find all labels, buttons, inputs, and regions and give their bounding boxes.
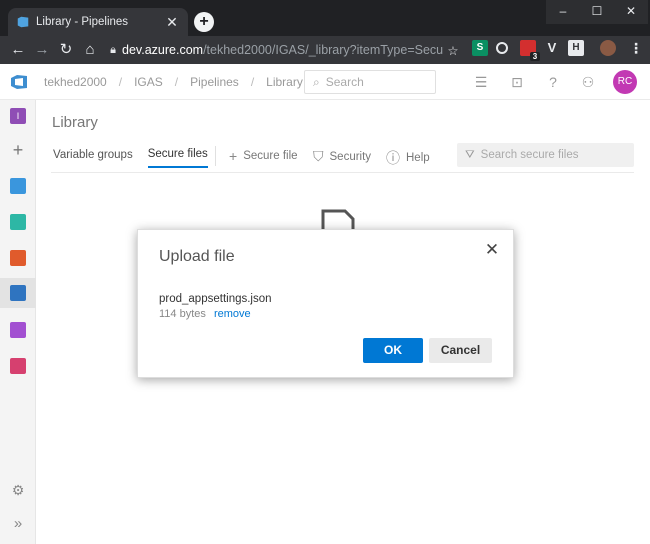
filter-placeholder: Search secure files	[480, 149, 579, 161]
add-secure-file-label: Secure file	[243, 150, 298, 162]
extension-h-icon[interactable]: H	[568, 40, 584, 56]
repos-icon[interactable]	[10, 250, 26, 266]
dialog-close-icon[interactable]: ✕	[484, 241, 500, 258]
header-search-input[interactable]: ⌕ Search	[304, 70, 436, 94]
azure-devops-logo-icon[interactable]	[10, 73, 28, 91]
left-navigation-rail: I + ⚙ »	[0, 100, 36, 544]
address-bar[interactable]: 🔒︎ dev.azure.com/tekhed2000/IGAS/_librar…	[104, 38, 462, 62]
forward-icon[interactable]: →	[30, 38, 54, 62]
address-url: dev.azure.com/tekhed2000/IGAS/_library?i…	[122, 43, 444, 57]
devops-header: tekhed2000 / IGAS / Pipelines / Library …	[0, 64, 650, 100]
profile-avatar-icon[interactable]	[600, 40, 616, 56]
tab-title: Library - Pipelines	[36, 16, 129, 28]
extension-badge-count: 3	[530, 52, 540, 61]
overview-icon[interactable]	[10, 178, 26, 194]
list-icon[interactable]: ☰	[473, 74, 489, 90]
header-divider	[51, 172, 634, 173]
maximize-window-icon[interactable]: ☐	[580, 0, 614, 24]
add-icon[interactable]: +	[10, 141, 26, 159]
expand-chevron-icon[interactable]: »	[10, 516, 26, 532]
secure-files-filter-input[interactable]: ⛛ Search secure files	[457, 143, 634, 167]
breadcrumb: tekhed2000 / IGAS / Pipelines / Library	[44, 75, 303, 89]
breadcrumb-pipelines[interactable]: Pipelines	[190, 75, 239, 89]
browser-titlebar: Library - Pipelines ✕ + – ☐ ✕	[0, 0, 650, 36]
extension-badge-icon[interactable]: 3	[520, 40, 540, 61]
shopping-bag-icon[interactable]: ⊡	[509, 74, 525, 90]
ok-button[interactable]: OK	[363, 338, 423, 363]
plus-icon: +	[229, 148, 238, 164]
azure-devops-favicon-icon	[17, 16, 29, 28]
tab-secure-files[interactable]: Secure files	[147, 148, 208, 168]
security-button[interactable]: ⛉ Security	[313, 148, 371, 165]
help-label: Help	[406, 152, 430, 164]
upload-file-dialog: Upload file ✕ prod_appsettings.json 114 …	[137, 229, 514, 378]
breadcrumb-project[interactable]: IGAS	[134, 75, 163, 89]
cancel-button[interactable]: Cancel	[429, 338, 492, 363]
breadcrumb-library[interactable]: Library	[266, 75, 303, 89]
project-icon[interactable]: I	[10, 108, 26, 124]
pipelines-icon[interactable]	[10, 285, 26, 301]
breadcrumb-separator: /	[250, 75, 255, 89]
test-plans-icon[interactable]	[10, 322, 26, 338]
home-icon[interactable]: ⌂	[78, 38, 102, 62]
tab-variable-groups[interactable]: Variable groups	[53, 149, 133, 167]
close-window-icon[interactable]: ✕	[614, 0, 648, 24]
dialog-title: Upload file	[159, 248, 235, 265]
bookmark-star-icon[interactable]: ☆	[444, 43, 462, 58]
help-icon[interactable]: ?	[545, 74, 561, 90]
page-title: Library	[52, 114, 98, 131]
help-button[interactable]: ⓘ Help	[386, 148, 430, 168]
boards-icon[interactable]	[10, 214, 26, 230]
avatar[interactable]: RC	[613, 70, 637, 94]
browser-tab[interactable]: Library - Pipelines ✕	[8, 8, 188, 36]
artifacts-icon[interactable]	[10, 358, 26, 374]
search-placeholder: Search	[325, 75, 364, 89]
lock-icon: 🔒︎	[110, 43, 116, 56]
breadcrumb-separator: /	[118, 75, 123, 89]
filter-funnel-icon: ⛛	[465, 148, 475, 161]
uploaded-file-meta: 114 bytes remove	[159, 308, 251, 320]
user-settings-icon[interactable]: ⚇	[580, 74, 596, 90]
browser-toolbar: ← → ↻ ⌂ 🔒︎ dev.azure.com/tekhed2000/IGAS…	[0, 36, 650, 64]
new-tab-button[interactable]: +	[194, 12, 214, 32]
uploaded-file-size: 114 bytes	[159, 308, 206, 320]
extension-s-icon[interactable]: S	[472, 40, 488, 56]
settings-gear-icon[interactable]: ⚙	[10, 482, 26, 498]
uploaded-file-name: prod_appsettings.json	[159, 293, 272, 305]
search-icon: ⌕	[313, 74, 320, 89]
shield-icon: ⛉	[313, 148, 324, 164]
extension-v-icon[interactable]: V	[544, 40, 560, 56]
security-label: Security	[329, 150, 372, 163]
breadcrumb-org[interactable]: tekhed2000	[44, 75, 107, 89]
minimize-window-icon[interactable]: –	[546, 0, 580, 24]
tab-close-icon[interactable]: ✕	[164, 14, 180, 31]
reload-icon[interactable]: ↻	[54, 38, 78, 62]
help-circle-icon: ⓘ	[386, 150, 400, 166]
remove-file-link[interactable]: remove	[214, 308, 251, 320]
back-icon[interactable]: ←	[6, 38, 30, 62]
toolbar-divider	[215, 146, 216, 166]
extension-record-icon[interactable]	[496, 42, 508, 54]
add-secure-file-button[interactable]: + Secure file	[229, 148, 298, 164]
breadcrumb-separator: /	[174, 75, 179, 89]
browser-menu-icon[interactable]: ⋮	[628, 40, 644, 56]
library-tabs: Variable groups Secure files	[53, 148, 223, 168]
